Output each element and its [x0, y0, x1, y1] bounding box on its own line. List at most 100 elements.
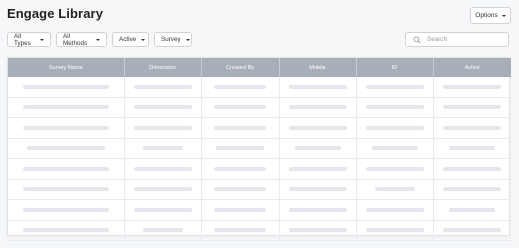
type-filter-label: All Types — [14, 32, 31, 47]
table-cell — [201, 199, 280, 221]
table-cell — [8, 138, 125, 159]
skeleton-placeholder — [449, 207, 496, 212]
category-filter-dropdown[interactable]: Survey — [154, 32, 192, 47]
table-row[interactable] — [8, 199, 511, 221]
skeleton-placeholder — [22, 166, 109, 171]
skeleton-placeholder — [288, 125, 347, 130]
search-input[interactable] — [427, 36, 507, 43]
skeleton-placeholder — [133, 166, 192, 171]
table-row[interactable] — [8, 179, 511, 200]
table-cell — [201, 158, 280, 180]
column-header-mobile[interactable]: Mobile — [279, 58, 357, 77]
table-cell — [356, 117, 434, 139]
skeleton-placeholder — [443, 166, 502, 171]
page-title: Engage Library — [7, 6, 104, 21]
table-cell — [356, 179, 434, 200]
table-cell — [433, 138, 511, 159]
search-icon — [413, 36, 421, 44]
chevron-down-icon — [501, 14, 506, 17]
category-filter-label: Survey — [161, 36, 181, 43]
table-row[interactable] — [8, 77, 511, 98]
table-row[interactable] — [8, 220, 511, 241]
skeleton-placeholder — [288, 166, 347, 171]
table-cell — [433, 158, 511, 180]
type-filter-dropdown[interactable]: All Types — [7, 32, 51, 47]
table-row[interactable] — [8, 117, 511, 139]
column-header-id[interactable]: ID — [356, 58, 434, 77]
skeleton-placeholder — [443, 228, 502, 233]
table-header-row: Survey Name Dimension Created By Mobile … — [8, 58, 511, 77]
options-label: Options — [475, 12, 498, 19]
skeleton-placeholder — [214, 125, 266, 130]
table-cell — [124, 117, 202, 139]
table-cell — [279, 158, 357, 180]
column-header-active[interactable]: Active — [433, 58, 511, 77]
table-cell — [124, 97, 202, 118]
table-cell — [433, 220, 511, 241]
skeleton-placeholder — [22, 105, 109, 110]
column-header-dimension[interactable]: Dimension — [124, 58, 202, 77]
table-cell — [201, 179, 280, 200]
skeleton-placeholder — [443, 187, 502, 192]
options-button[interactable]: Options — [470, 7, 511, 24]
table-cell — [356, 199, 434, 221]
skeleton-placeholder — [133, 207, 192, 212]
skeleton-placeholder — [214, 105, 266, 110]
skeleton-placeholder — [22, 125, 109, 130]
column-header-created-by[interactable]: Created By — [201, 58, 280, 77]
skeleton-placeholder — [365, 166, 424, 171]
skeleton-placeholder — [365, 84, 424, 89]
chevron-down-icon — [40, 38, 44, 41]
skeleton-placeholder — [443, 125, 502, 130]
table-cell — [201, 77, 280, 98]
survey-table: Survey Name Dimension Created By Mobile … — [7, 57, 511, 241]
chevron-down-icon — [96, 38, 100, 41]
skeleton-placeholder — [288, 228, 347, 233]
method-filter-dropdown[interactable]: All Methods — [56, 32, 107, 47]
table-row[interactable] — [8, 158, 511, 180]
skeleton-placeholder — [22, 228, 109, 233]
table-cell — [279, 220, 357, 241]
skeleton-placeholder — [214, 166, 266, 171]
skeleton-placeholder — [214, 187, 266, 192]
table-cell — [356, 138, 434, 159]
table-cell — [124, 158, 202, 180]
table-cell — [279, 138, 357, 159]
status-filter-dropdown[interactable]: Active — [112, 32, 149, 47]
skeleton-placeholder — [288, 105, 347, 110]
chevron-down-icon — [141, 38, 146, 41]
table-cell — [433, 117, 511, 139]
skeleton-placeholder — [288, 207, 347, 212]
skeleton-placeholder — [288, 84, 347, 89]
skeleton-placeholder — [214, 207, 266, 212]
skeleton-placeholder — [443, 105, 502, 110]
skeleton-placeholder — [133, 105, 192, 110]
table-cell — [8, 220, 125, 241]
table-cell — [433, 199, 511, 221]
skeleton-placeholder — [22, 187, 109, 192]
table-cell — [8, 179, 125, 200]
column-header-survey-name[interactable]: Survey Name — [8, 58, 125, 77]
table-row[interactable] — [8, 97, 511, 118]
skeleton-placeholder — [142, 228, 183, 233]
table-cell — [124, 199, 202, 221]
skeleton-placeholder — [133, 187, 192, 192]
table-row[interactable] — [8, 138, 511, 159]
skeleton-placeholder — [365, 125, 424, 130]
table-cell — [8, 117, 125, 139]
skeleton-placeholder — [22, 207, 109, 212]
table-cell — [201, 97, 280, 118]
table-cell — [8, 199, 125, 221]
table-cell — [279, 179, 357, 200]
skeleton-placeholder — [22, 84, 109, 89]
table-cell — [8, 158, 125, 180]
skeleton-placeholder — [133, 125, 192, 130]
table-cell — [124, 220, 202, 241]
table-cell — [356, 220, 434, 241]
skeleton-placeholder — [216, 146, 264, 151]
table-body — [8, 77, 511, 241]
table-cell — [8, 97, 125, 118]
table-cell — [279, 199, 357, 221]
search-box[interactable] — [405, 32, 509, 47]
table-cell — [433, 97, 511, 118]
